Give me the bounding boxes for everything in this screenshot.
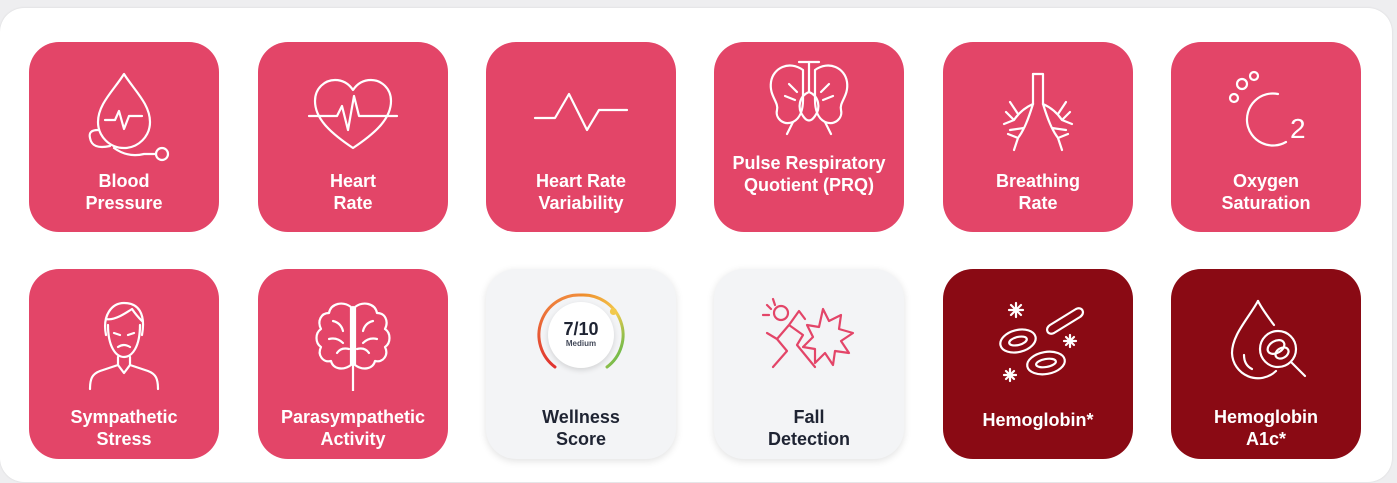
- label-line: Oxygen: [1232, 171, 1300, 191]
- oxygen-subscript: 2: [1290, 113, 1306, 144]
- tile-label: Fall Detection: [714, 406, 904, 450]
- label-line: Score: [555, 429, 607, 449]
- label-line: Hemoglobin*: [982, 410, 1094, 430]
- blood-drop-magnifier-icon: [1230, 299, 1307, 380]
- tile-blood-pressure[interactable]: Blood Pressure: [29, 42, 219, 232]
- label-line: Fall: [793, 407, 825, 427]
- wellness-gauge: 7/10 Medium: [533, 287, 629, 383]
- label-line: Heart: [329, 171, 377, 191]
- tile-label: Heart Rate: [258, 170, 448, 214]
- tile-hemoglobin[interactable]: Hemoglobin*: [943, 269, 1133, 459]
- heart-icon: [307, 78, 399, 150]
- tile-label: Oxygen Saturation: [1171, 170, 1361, 214]
- label-line: Rate: [1018, 193, 1058, 213]
- stressed-person-icon: [88, 301, 160, 391]
- label-line: Variability: [538, 193, 624, 213]
- tile-label: Hemoglobin*: [943, 409, 1133, 431]
- pulse-wave-icon: [533, 92, 629, 132]
- label-line: Rate: [333, 193, 373, 213]
- lungs-icon: [1002, 72, 1074, 152]
- tile-prq[interactable]: Pulse Respiratory Quotient (PRQ): [714, 42, 904, 232]
- label-line: Pulse Respiratory: [732, 153, 886, 173]
- tile-parasympathetic-activity[interactable]: Parasympathetic Activity: [258, 269, 448, 459]
- tile-breathing-rate[interactable]: Breathing Rate: [943, 42, 1133, 232]
- gauge-indicator: [609, 308, 617, 315]
- label-line: Blood: [98, 171, 150, 191]
- tile-label: Blood Pressure: [29, 170, 219, 214]
- wellness-score-value: 7/10: [563, 319, 599, 339]
- label-line: Hemoglobin: [1214, 407, 1318, 427]
- tile-wellness-score[interactable]: 7/10 Medium Wellness Score: [486, 269, 676, 459]
- tile-label: Heart Rate Variability: [486, 170, 676, 214]
- oxygen-icon: 2: [1228, 70, 1306, 147]
- wellness-score-level: Medium: [565, 339, 597, 348]
- tile-label: Sympathetic Stress: [29, 406, 219, 450]
- blood-pressure-icon: [88, 72, 170, 162]
- blood-cells-icon: [999, 301, 1085, 383]
- tile-oxygen-saturation[interactable]: 2 Oxygen Saturation: [1171, 42, 1361, 232]
- tile-label: Parasympathetic Activity: [258, 406, 448, 450]
- label-line: Heart Rate: [535, 171, 627, 191]
- lungs-heart-icon: [769, 60, 849, 136]
- tile-hemoglobin-a1c[interactable]: Hemoglobin A1c*: [1171, 269, 1361, 459]
- brain-icon: [315, 302, 391, 391]
- label-line: Stress: [96, 429, 152, 449]
- label-line: Saturation: [1221, 193, 1311, 213]
- tile-label: Hemoglobin A1c*: [1171, 406, 1361, 450]
- tile-label: Wellness Score: [486, 406, 676, 450]
- tile-label: Breathing Rate: [943, 170, 1133, 214]
- label-line: Parasympathetic: [280, 407, 426, 427]
- tile-label: Pulse Respiratory Quotient (PRQ): [714, 152, 904, 196]
- label-line: Detection: [767, 429, 850, 449]
- tile-heart-rate-variability[interactable]: Heart Rate Variability: [486, 42, 676, 232]
- tile-fall-detection[interactable]: Fall Detection: [714, 269, 904, 459]
- label-line: Breathing: [995, 171, 1080, 191]
- tile-heart-rate[interactable]: Heart Rate: [258, 42, 448, 232]
- label-line: Wellness: [542, 407, 620, 427]
- label-line: A1c*: [1245, 429, 1287, 449]
- label-line: Activity: [320, 429, 386, 449]
- label-line: Quotient (PRQ): [744, 175, 874, 195]
- vitals-panel: Blood Pressure Heart Rate Heart Rate Var…: [0, 8, 1392, 482]
- fall-icon: [761, 297, 855, 369]
- tile-sympathetic-stress[interactable]: Sympathetic Stress: [29, 269, 219, 459]
- label-line: Sympathetic: [70, 407, 178, 427]
- label-line: Pressure: [85, 193, 163, 213]
